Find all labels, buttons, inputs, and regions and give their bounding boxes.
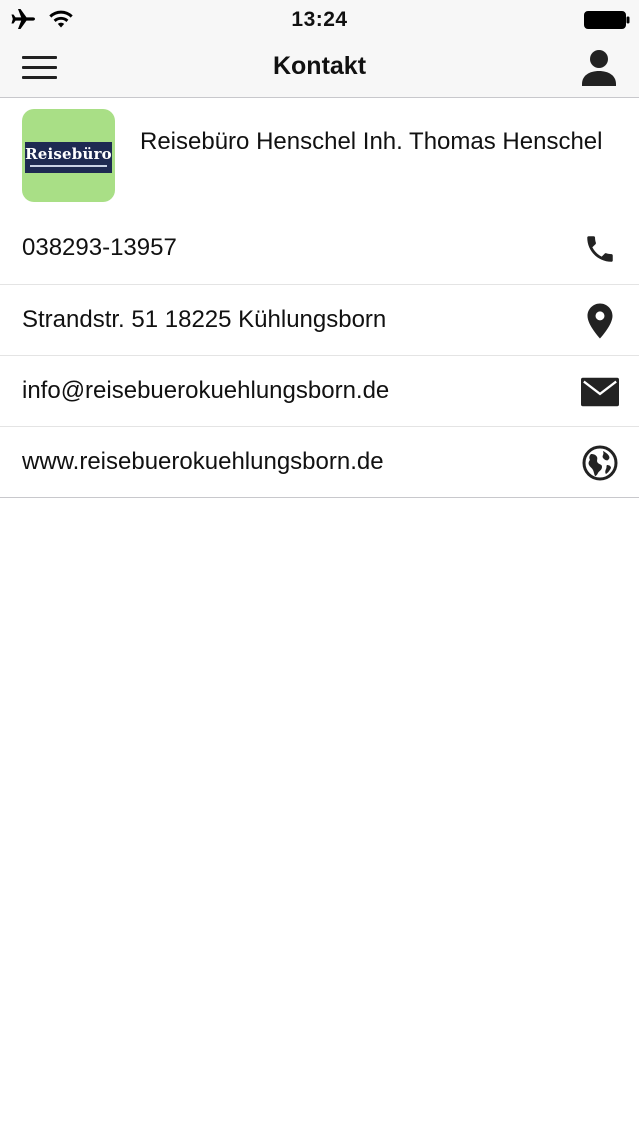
- globe-icon[interactable]: [581, 444, 619, 482]
- contact-row-phone[interactable]: 038293-13957: [0, 213, 639, 284]
- phone-icon[interactable]: [581, 230, 619, 268]
- contact-row-website[interactable]: www.reisebuerokuehlungsborn.de: [0, 426, 639, 497]
- contact-list: 038293-13957 Strandstr. 51 18225 Kühlung…: [0, 213, 639, 498]
- page-title: Kontakt: [272, 52, 367, 80]
- user-button[interactable]: [581, 48, 617, 88]
- status-bar: 13:24: [0, 0, 639, 40]
- user-icon: [582, 50, 616, 86]
- mail-icon[interactable]: [581, 373, 619, 411]
- status-time: 13:24: [291, 8, 348, 31]
- company-name: Reisebüro Henschel Inh. Thomas Henschel: [140, 128, 603, 155]
- company-header: Reisebüro Reisebüro Henschel Inh. Thomas…: [0, 98, 639, 213]
- logo-text: Reisebüro: [25, 145, 112, 163]
- contact-content: Reisebüro Reisebüro Henschel Inh. Thomas…: [0, 98, 639, 498]
- address: Strandstr. 51 18225 Kühlungsborn: [22, 306, 387, 333]
- location-pin-icon[interactable]: [581, 302, 619, 340]
- website-url: www.reisebuerokuehlungsborn.de: [22, 448, 384, 475]
- navigation-bar: Kontakt: [0, 40, 639, 98]
- battery-icon: [584, 11, 630, 29]
- email-address: info@reisebuerokuehlungsborn.de: [22, 377, 390, 404]
- contact-row-address[interactable]: Strandstr. 51 18225 Kühlungsborn: [0, 284, 639, 355]
- phone-number: 038293-13957: [22, 234, 177, 261]
- company-logo: Reisebüro: [22, 109, 115, 202]
- contact-row-email[interactable]: info@reisebuerokuehlungsborn.de: [0, 355, 639, 426]
